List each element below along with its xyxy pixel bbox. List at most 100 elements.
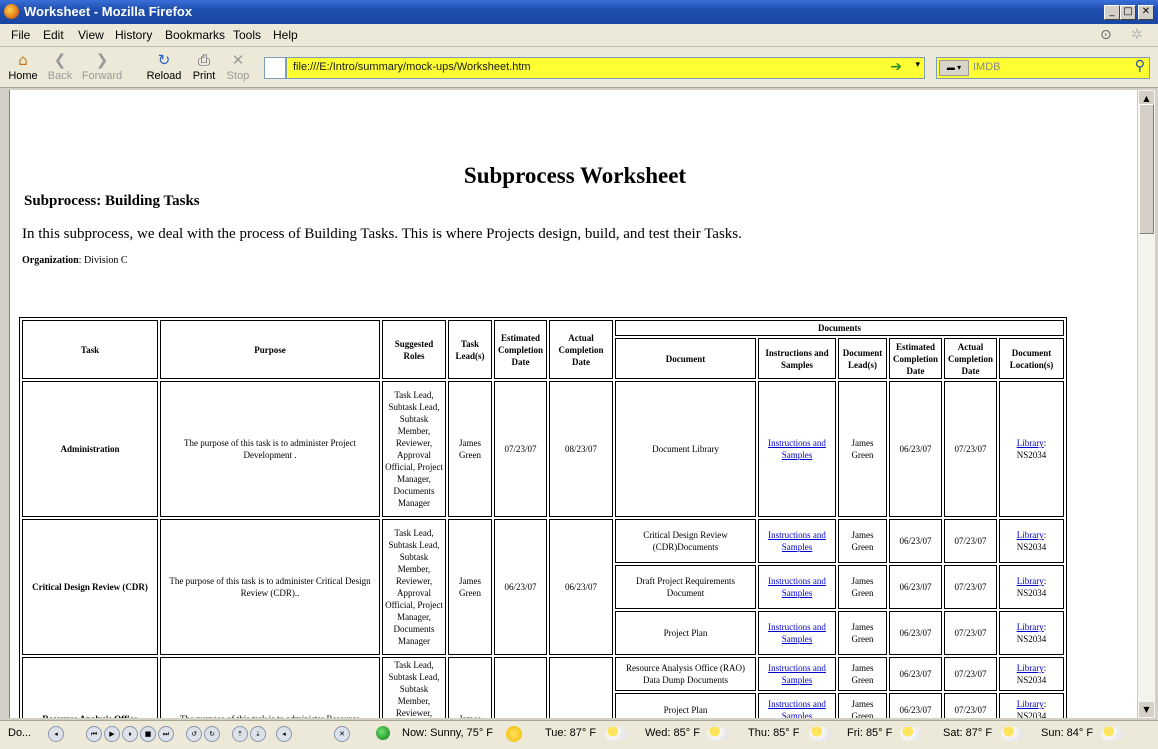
- print-button[interactable]: ⎙ Print: [189, 50, 219, 82]
- search-bar[interactable]: ▬ ▾ IMDB ⚲: [936, 57, 1150, 79]
- menu-tools[interactable]: Tools: [233, 28, 261, 42]
- instructions-link[interactable]: Instructions and Samples: [768, 663, 826, 685]
- menu-view[interactable]: View: [78, 28, 104, 42]
- instructions-cell: Instructions and Samples: [758, 611, 836, 655]
- back-label: Back: [47, 70, 73, 82]
- doc-act-cell: 07/23/07: [944, 693, 997, 718]
- search-engine-icon[interactable]: ▬ ▾: [939, 60, 969, 76]
- instructions-link[interactable]: Instructions and Samples: [768, 622, 826, 644]
- forecast-thu[interactable]: Thu: 85° F: [748, 727, 799, 739]
- media-icon[interactable]: ■: [140, 726, 156, 742]
- menu-edit[interactable]: Edit: [43, 28, 64, 42]
- header-document: Document: [615, 338, 756, 379]
- scroll-thumb[interactable]: [1139, 104, 1154, 234]
- menu-help[interactable]: Help: [273, 28, 298, 42]
- media-icon[interactable]: ⇡: [232, 726, 248, 742]
- partly-cloudy-icon: [809, 727, 831, 741]
- document-cell: Document Library: [615, 381, 756, 517]
- media-icon[interactable]: ▶: [104, 726, 120, 742]
- library-link[interactable]: Library: [1017, 576, 1044, 586]
- go-arrow-icon[interactable]: ➔: [890, 59, 902, 75]
- doc-location-cell: Library: NS2034: [999, 657, 1064, 691]
- media-icon[interactable]: ⏮: [86, 726, 102, 742]
- reload-icon: ↻: [157, 51, 171, 69]
- doc-act-cell: 07/23/07: [944, 519, 997, 563]
- header-task-lead: Task Lead(s): [448, 320, 492, 379]
- forecast-wed[interactable]: Wed: 85° F: [645, 727, 700, 739]
- table-row: Administration The purpose of this task …: [22, 381, 1064, 517]
- maximize-button[interactable]: □: [1120, 5, 1136, 20]
- header-purpose: Purpose: [160, 320, 380, 379]
- forward-button[interactable]: ❯ Forward: [80, 50, 124, 82]
- instructions-link[interactable]: Instructions and Samples: [768, 438, 826, 460]
- status-bar: Do... ◂ ⏮ ▶ ⏸ ■ ⏭ ↺ ↻ ⇡ ⇣ ◂ ✕ Now: Sunny…: [0, 720, 1158, 749]
- search-icon[interactable]: ⚲: [1135, 58, 1145, 74]
- instructions-link[interactable]: Instructions and Samples: [768, 576, 826, 598]
- library-link[interactable]: Library: [1017, 438, 1044, 448]
- instructions-link[interactable]: Instructions and Samples: [768, 699, 826, 718]
- close-button[interactable]: ✕: [1138, 5, 1154, 20]
- library-link[interactable]: Library: [1017, 663, 1044, 673]
- doc-lead-cell: James Green: [838, 657, 887, 691]
- doc-lead-cell: James Green: [838, 381, 887, 517]
- instructions-link[interactable]: Instructions and Samples: [768, 530, 826, 552]
- page-title: Subprocess Worksheet: [463, 163, 687, 188]
- task-lead-cell: James: [448, 657, 492, 718]
- header-doc-location: Document Location(s): [999, 338, 1064, 379]
- forecast-sat[interactable]: Sat: 87° F: [943, 727, 992, 739]
- menu-file[interactable]: File: [11, 28, 30, 42]
- media-icon[interactable]: ◂: [276, 726, 292, 742]
- scroll-down-icon[interactable]: ▼: [1139, 702, 1154, 717]
- purpose-cell: The purpose of this task is to administe…: [160, 657, 380, 718]
- roles-cell: Task Lead, Subtask Lead, Subtask Member,…: [382, 657, 446, 718]
- document-cell: Draft Project Requirements Document: [615, 565, 756, 609]
- media-icon[interactable]: ⇣: [250, 726, 266, 742]
- reload-button[interactable]: ↻ Reload: [145, 50, 183, 82]
- intro-text: In this subprocess, we deal with the pro…: [22, 226, 742, 242]
- doc-est-cell: 06/23/07: [889, 519, 942, 563]
- media-icon[interactable]: ↺: [186, 726, 202, 742]
- back-button[interactable]: ❮ Back: [45, 50, 75, 82]
- act-date-cell: [549, 657, 613, 718]
- url-bar[interactable]: file:///E:/Intro/summary/mock-ups/Worksh…: [286, 57, 925, 79]
- document-cell: Project Plan: [615, 611, 756, 655]
- est-date-cell: 07/23/07: [494, 381, 547, 517]
- activity-icon: ⊙: [1100, 27, 1112, 43]
- est-date-cell: 06/23/07: [494, 519, 547, 655]
- media-icon[interactable]: ⏸: [122, 726, 138, 742]
- document-cell: Project Plan: [615, 693, 756, 718]
- menu-bookmarks[interactable]: Bookmarks: [165, 28, 225, 42]
- weather-now[interactable]: Now: Sunny, 75° F: [402, 727, 493, 739]
- home-button[interactable]: ⌂ Home: [8, 50, 38, 82]
- doc-location-cell: Library: NS2034: [999, 519, 1064, 563]
- media-icon[interactable]: ↻: [204, 726, 220, 742]
- search-input[interactable]: IMDB: [973, 61, 1001, 73]
- title-bar: Worksheet - Mozilla Firefox _ □ ✕: [0, 0, 1158, 24]
- minimize-button[interactable]: _: [1104, 5, 1120, 20]
- forward-label: Forward: [81, 70, 123, 82]
- url-dropdown-icon[interactable]: ▾: [915, 60, 920, 70]
- partly-cloudy-icon: [900, 727, 922, 741]
- media-icon[interactable]: ⏭: [158, 726, 174, 742]
- close-icon[interactable]: ✕: [334, 726, 350, 742]
- library-link[interactable]: Library: [1017, 622, 1044, 632]
- library-link[interactable]: Library: [1017, 530, 1044, 540]
- doc-act-cell: 07/23/07: [944, 565, 997, 609]
- vertical-scrollbar[interactable]: ▲ ▼: [1137, 90, 1155, 718]
- forecast-fri[interactable]: Fri: 85° F: [847, 727, 892, 739]
- partly-cloudy-icon: [707, 727, 729, 741]
- est-date-cell: [494, 657, 547, 718]
- url-text: file:///E:/Intro/summary/mock-ups/Worksh…: [293, 61, 531, 73]
- document-cell: Critical Design Review (CDR)Documents: [615, 519, 756, 563]
- firefox-logo-icon: [4, 4, 19, 19]
- stop-label: Stop: [226, 70, 250, 82]
- library-link[interactable]: Library: [1017, 699, 1044, 709]
- instructions-cell: Instructions and Samples: [758, 381, 836, 517]
- forecast-sun[interactable]: Sun: 84° F: [1041, 727, 1093, 739]
- forecast-tue[interactable]: Tue: 87° F: [545, 727, 596, 739]
- doc-act-cell: 07/23/07: [944, 657, 997, 691]
- menu-history[interactable]: History: [115, 28, 152, 42]
- purpose-cell: The purpose of this task is to administe…: [160, 381, 380, 517]
- prev-icon[interactable]: ◂: [48, 726, 64, 742]
- stop-button[interactable]: ✕ Stop: [224, 50, 252, 82]
